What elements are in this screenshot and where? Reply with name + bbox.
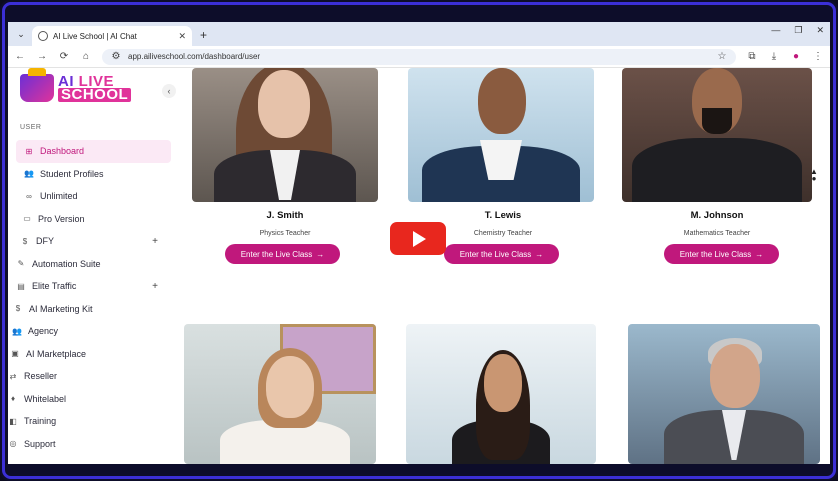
- browser-toolbar: ← → ⟳ ⌂ ⚙ app.ailiveschool.com/dashboard…: [8, 46, 830, 68]
- browser-menu-icon[interactable]: ⋮: [812, 51, 824, 62]
- sidebar-item-training[interactable]: ◧ Training: [8, 410, 178, 433]
- teacher-card: J. Smith Physics Teacher Enter the Live …: [190, 68, 380, 278]
- teacher-name: J. Smith: [266, 210, 304, 221]
- youtube-play-button[interactable]: [390, 222, 446, 255]
- download-icon[interactable]: ⤓: [768, 51, 780, 62]
- teacher-name: T. Lewis: [484, 210, 522, 221]
- sidebar-section-user: USER: [20, 124, 42, 131]
- extensions-icon[interactable]: ⧉: [746, 51, 758, 62]
- sidebar-item-agency[interactable]: 👥 Agency: [8, 320, 178, 343]
- arrow-right-icon: →: [755, 249, 764, 259]
- site-info-icon[interactable]: ⚙: [110, 51, 122, 62]
- sidebar-nav: ⊞ Dashboard 👥 Student Profiles ∞ Unlimit…: [8, 140, 178, 455]
- forward-icon[interactable]: →: [36, 51, 48, 62]
- scroll-indicator[interactable]: ▲ ●: [808, 167, 820, 188]
- back-icon[interactable]: ←: [14, 51, 26, 62]
- training-icon: ◧: [9, 416, 17, 426]
- tag-icon: ♦: [10, 394, 16, 404]
- dollar-icon: $: [22, 236, 28, 246]
- teacher-photo: [622, 68, 812, 202]
- expand-plus-icon[interactable]: +: [152, 281, 158, 292]
- users-icon: 👥: [24, 169, 34, 179]
- reload-icon[interactable]: ⟳: [58, 51, 70, 62]
- arrow-right-icon: →: [316, 249, 325, 259]
- scroll-dot-icon: ●: [811, 174, 817, 184]
- teacher-photo: [628, 324, 820, 464]
- teacher-subject: Mathematics Teacher: [683, 230, 751, 237]
- infinity-icon: ∞: [26, 191, 32, 201]
- teacher-subject: Physics Teacher: [259, 230, 311, 237]
- url-text[interactable]: app.ailiveschool.com/dashboard/user: [128, 52, 710, 61]
- school-logo-icon: [20, 68, 54, 102]
- dashboard-icon: ⊞: [25, 146, 33, 156]
- close-window-icon[interactable]: ✕: [816, 25, 824, 36]
- teacher-photo: [408, 68, 594, 202]
- arrow-right-icon: →: [535, 249, 544, 259]
- ai-live-school-logo[interactable]: AI LIVE SCHOOL: [20, 68, 132, 102]
- teacher-photo: [184, 324, 376, 464]
- window-controls: — ❐ ✕: [771, 25, 824, 36]
- store-icon: ▣: [11, 349, 19, 359]
- sidebar-item-whitelabel[interactable]: ♦ Whitelabel: [8, 388, 178, 411]
- teacher-card: M. Johnson Mathematics Teacher Enter the…: [622, 68, 812, 278]
- new-tab-button[interactable]: +: [200, 28, 207, 42]
- tab-title: AI Live School | AI Chat: [53, 31, 137, 41]
- sidebar-item-reseller[interactable]: ⇄ Reseller: [8, 365, 178, 388]
- sidebar-item-automation-suite[interactable]: ✎ Automation Suite: [8, 253, 178, 276]
- teacher-name: M. Johnson: [690, 210, 744, 221]
- sidebar-item-dashboard[interactable]: ⊞ Dashboard: [16, 140, 171, 163]
- home-icon[interactable]: ⌂: [80, 51, 92, 62]
- address-bar[interactable]: ⚙ app.ailiveschool.com/dashboard/user ☆: [102, 48, 736, 65]
- dollar-icon: $: [15, 304, 21, 314]
- support-icon: ◎: [9, 439, 17, 449]
- active-tab[interactable]: AI Live School | AI Chat ✕: [32, 26, 192, 46]
- enter-live-class-button[interactable]: Enter the Live Class →: [225, 244, 340, 264]
- bookmark-star-icon[interactable]: ☆: [716, 51, 728, 62]
- tab-bar: ⌄ AI Live School | AI Chat ✕ + — ❐ ✕: [8, 22, 830, 46]
- sidebar-collapse-button[interactable]: ‹: [162, 84, 176, 98]
- sidebar-item-unlimited[interactable]: ∞ Unlimited: [8, 185, 178, 208]
- expand-plus-icon[interactable]: +: [152, 236, 158, 247]
- minimize-icon[interactable]: —: [771, 25, 780, 36]
- enter-live-class-button[interactable]: Enter the Live Class →: [444, 244, 559, 264]
- profile-avatar[interactable]: ●: [790, 51, 802, 62]
- teacher-grid: J. Smith Physics Teacher Enter the Live …: [180, 68, 830, 464]
- reseller-icon: ⇄: [9, 371, 17, 381]
- pen-icon: ✎: [17, 259, 25, 269]
- tab-list-icon[interactable]: ⌄: [12, 25, 30, 43]
- dashboard-page: AI LIVE SCHOOL ‹ USER ⊞ Dashboard 👥 Stud…: [8, 68, 830, 464]
- favicon-icon: [38, 31, 48, 41]
- tab-close-icon[interactable]: ✕: [178, 31, 186, 42]
- teacher-photo: [192, 68, 378, 202]
- restore-icon[interactable]: ❐: [794, 25, 802, 36]
- sidebar-item-dfy[interactable]: $ DFY +: [8, 230, 178, 253]
- teacher-photo: [406, 324, 596, 464]
- monitor-icon: ▭: [23, 214, 31, 224]
- sidebar: AI LIVE SCHOOL ‹ USER ⊞ Dashboard 👥 Stud…: [8, 68, 180, 464]
- sidebar-item-support[interactable]: ◎ Support: [8, 433, 178, 456]
- enter-live-class-button[interactable]: Enter the Live Class →: [664, 244, 779, 264]
- sidebar-item-ai-marketing-kit[interactable]: $ AI Marketing Kit: [8, 298, 178, 321]
- users-icon: 👥: [12, 326, 22, 336]
- traffic-icon: ▤: [17, 281, 25, 291]
- sidebar-item-elite-traffic[interactable]: ▤ Elite Traffic +: [8, 275, 178, 298]
- sidebar-item-pro-version[interactable]: ▭ Pro Version: [8, 208, 178, 231]
- sidebar-item-student-profiles[interactable]: 👥 Student Profiles: [8, 163, 178, 186]
- sidebar-item-ai-marketplace[interactable]: ▣ AI Marketplace: [8, 343, 178, 366]
